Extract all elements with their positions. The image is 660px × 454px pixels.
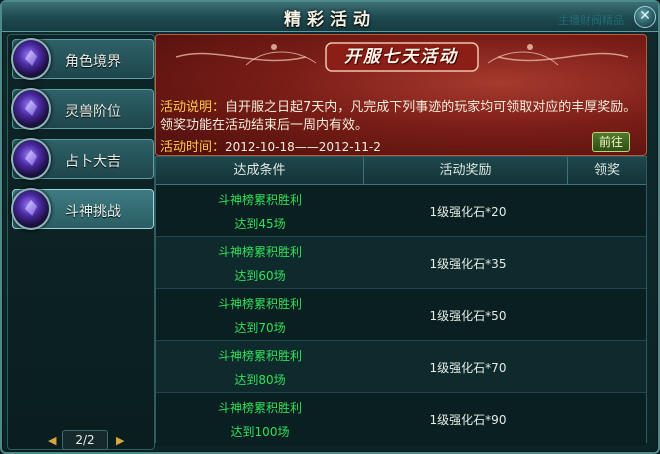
sidebar-item-label: 占卜大吉 [65,154,121,170]
time-range: 2012-10-18——2012-11-2 [225,140,381,154]
event-time: 活动时间：2012-10-18——2012-11-2 [160,136,381,155]
crystal-orb-icon [11,138,51,180]
table-row: 斗神榜累积胜利 达到45场 1级强化石*20 [156,185,646,237]
condition-text: 斗神榜累积胜利 [217,297,302,311]
sidebar-item-label: 角色境界 [65,54,121,70]
header-condition: 达成条件 [156,157,364,184]
banner-title: 开服七天活动 [344,47,458,67]
sidebar-item-divination[interactable]: 占卜大吉 [11,138,154,180]
table-row: 斗神榜累积胜利 达到80场 1级强化石*70 [156,341,646,393]
condition-text: 斗神榜累积胜利 [217,401,302,415]
table-row: 斗神榜累积胜利 达到70场 1级强化石*50 [156,289,646,341]
sidebar-item-label: 斗神挑战 [65,204,121,220]
close-icon: ✕ [639,8,651,24]
goto-button[interactable]: 前往 [592,132,630,152]
time-label: 活动时间： [160,140,226,155]
condition-target: 达到70场 [234,321,286,335]
sidebar-item-label: 灵兽阶位 [65,104,121,120]
reward-text: 1级强化石*35 [429,257,507,271]
reward-table: 达成条件 活动奖励 领奖 斗神榜累积胜利 达到45场 1级强化石*20 斗神榜累… [155,156,647,445]
description-label: 活动说明： [160,100,226,115]
watermark-text: 主播财阀精品 [558,14,624,27]
reward-text: 1级强化石*50 [429,309,507,323]
prev-page-icon[interactable]: ◀ [48,434,56,447]
sidebar: 角色境界 灵兽阶位 占卜大吉 斗神挑战 ◀ 2/2 ▶ [7,34,155,450]
sidebar-item-role-realm[interactable]: 角色境界 [11,38,154,80]
reward-text: 1级强化石*70 [429,361,507,375]
event-banner: 开服七天活动 活动说明：自开服之日起7天内，凡完成下列事迹的玩家均可领取对应的丰… [155,34,647,156]
description-text: 自开服之日起7天内，凡完成下列事迹的玩家均可领取对应的丰厚奖励。领奖功能在活动结… [160,100,637,133]
table-row: 斗神榜累积胜利 达到100场 1级强化石*90 [156,393,646,445]
sidebar-item-battle-god[interactable]: 斗神挑战 [11,188,154,230]
next-page-icon[interactable]: ▶ [116,434,124,447]
condition-text: 斗神榜累积胜利 [217,245,302,259]
title-bar: 精彩活动 主播财阀精品 ✕ [2,2,658,32]
header-claim: 领奖 [593,163,620,178]
condition-target: 达到100场 [230,425,290,439]
condition-text: 斗神榜累积胜利 [217,193,302,207]
condition-target: 达到45场 [234,217,286,231]
table-header: 达成条件 活动奖励 领奖 [156,157,646,185]
crystal-orb-icon [11,88,51,130]
sidebar-item-spirit-beast[interactable]: 灵兽阶位 [11,88,154,130]
event-description: 活动说明：自开服之日起7天内，凡完成下列事迹的玩家均可领取对应的丰厚奖励。领奖功… [160,99,644,135]
condition-target: 达到80场 [234,373,286,387]
activity-window: 精彩活动 主播财阀精品 ✕ 角色境界 灵兽阶位 占卜大吉 斗神挑战 ◀ 2/2 … [0,0,660,454]
condition-text: 斗神榜累积胜利 [217,349,302,363]
pagination: ◀ 2/2 ▶ [48,430,128,452]
table-row: 斗神榜累积胜利 达到60场 1级强化石*35 [156,237,646,289]
reward-text: 1级强化石*20 [429,205,507,219]
condition-target: 达到60场 [234,269,286,283]
header-reward: 活动奖励 [364,157,568,184]
page-indicator: 2/2 [62,430,108,450]
reward-text: 1级强化石*90 [429,413,507,427]
crystal-orb-icon [11,188,51,230]
crystal-orb-icon [11,38,51,80]
close-button[interactable]: ✕ [634,6,656,28]
